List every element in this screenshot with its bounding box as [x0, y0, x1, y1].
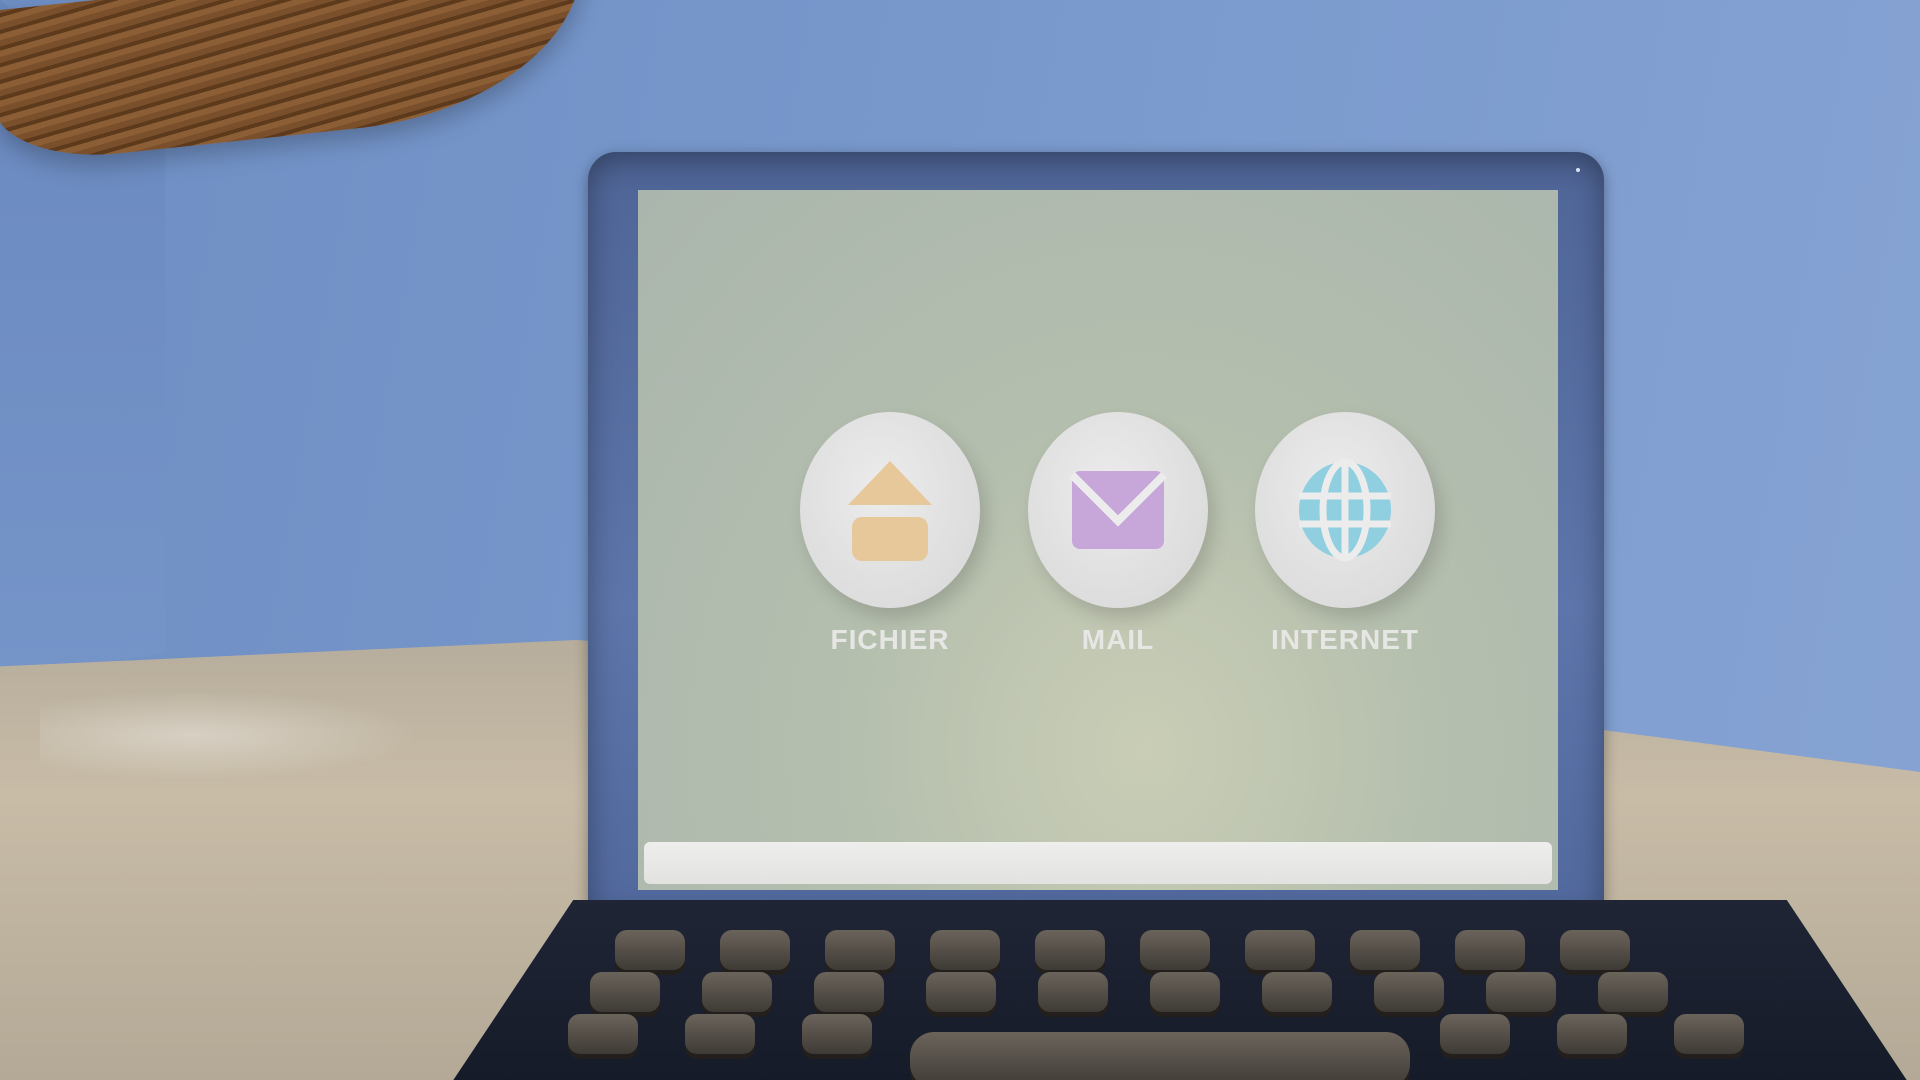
keyboard-key[interactable] — [1455, 930, 1525, 970]
keyboard-key[interactable] — [702, 972, 772, 1012]
app-mail-button[interactable] — [1028, 412, 1208, 608]
keyboard-key[interactable] — [926, 972, 996, 1012]
keyboard-key[interactable] — [802, 1014, 872, 1054]
keyboard-key[interactable] — [720, 930, 790, 970]
app-mail[interactable]: MAIL — [1023, 412, 1213, 656]
laptop-keyboard — [440, 900, 1920, 1080]
keyboard-key[interactable] — [1486, 972, 1556, 1012]
globe-icon — [1299, 458, 1391, 562]
laptop-screen: FICHIER MAIL INTERNET — [638, 190, 1558, 890]
envelope-icon — [1069, 471, 1167, 549]
app-fichier[interactable]: FICHIER — [795, 412, 985, 656]
home-icon — [848, 461, 932, 561]
desk-reflection — [40, 690, 420, 780]
webcam — [1576, 168, 1580, 172]
keyboard-key[interactable] — [1140, 930, 1210, 970]
keyboard-key[interactable] — [1035, 930, 1105, 970]
wooden-shelf — [0, 0, 597, 166]
room-scene: FICHIER MAIL INTERNET — [0, 0, 1920, 1080]
keyboard-key[interactable] — [930, 930, 1000, 970]
laptop-lid: FICHIER MAIL INTERNET — [588, 152, 1604, 910]
keyboard-key[interactable] — [814, 972, 884, 1012]
taskbar[interactable] — [644, 842, 1552, 884]
keyboard-key[interactable] — [1350, 930, 1420, 970]
keyboard-key[interactable] — [1262, 972, 1332, 1012]
keyboard-key[interactable] — [1598, 972, 1668, 1012]
keyboard-key[interactable] — [1374, 972, 1444, 1012]
keyboard-key[interactable] — [590, 972, 660, 1012]
app-internet-button[interactable] — [1255, 412, 1435, 608]
app-fichier-button[interactable] — [800, 412, 980, 608]
spacebar[interactable] — [910, 1032, 1410, 1080]
keyboard-key[interactable] — [1674, 1014, 1744, 1054]
keyboard-key[interactable] — [1557, 1014, 1627, 1054]
keyboard-key[interactable] — [615, 930, 685, 970]
keyboard-key[interactable] — [1560, 930, 1630, 970]
app-label: MAIL — [1081, 624, 1155, 655]
keyboard-key[interactable] — [685, 1014, 755, 1054]
app-label: INTERNET — [1271, 624, 1419, 655]
keyboard-key[interactable] — [1150, 972, 1220, 1012]
keyboard-key[interactable] — [1440, 1014, 1510, 1054]
keyboard-key[interactable] — [825, 930, 895, 970]
app-internet[interactable]: INTERNET — [1250, 412, 1440, 656]
app-label: FICHIER — [830, 624, 950, 655]
keyboard-key[interactable] — [568, 1014, 638, 1054]
keyboard-key[interactable] — [1245, 930, 1315, 970]
desktop-apps: FICHIER MAIL INTERNET — [638, 190, 1558, 890]
keyboard-key[interactable] — [1038, 972, 1108, 1012]
